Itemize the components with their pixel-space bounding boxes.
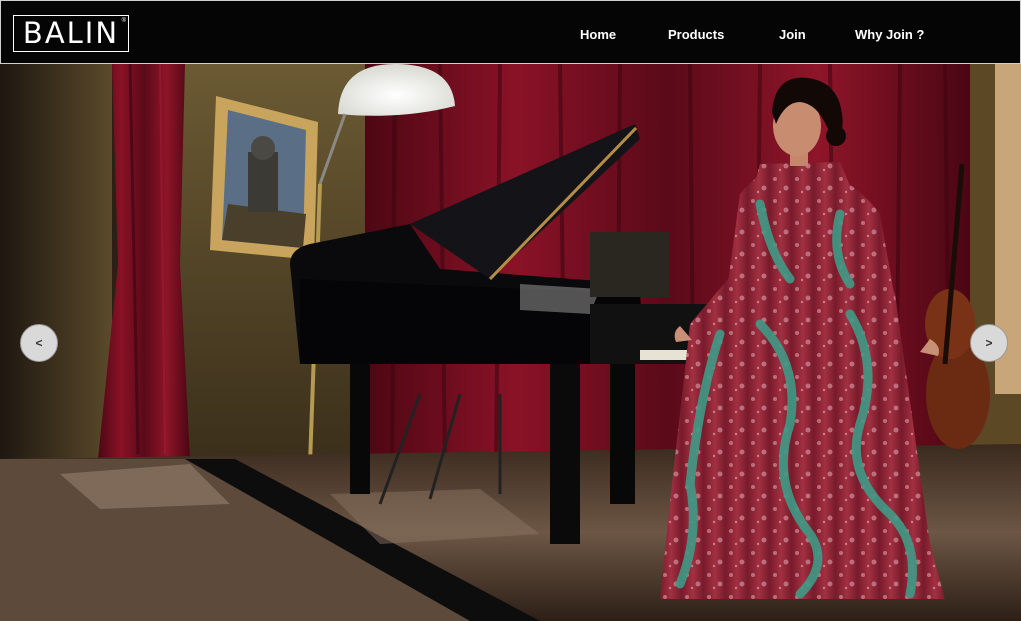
nav-why-join[interactable]: Why Join ?	[855, 27, 924, 42]
nav-home[interactable]: Home	[580, 27, 616, 42]
site-header: BALIN ® Home Products Join Why Join ?	[0, 0, 1021, 64]
balin-logo[interactable]: BALIN ®	[13, 15, 129, 52]
nav-join[interactable]: Join	[779, 27, 806, 42]
nav-products[interactable]: Products	[668, 27, 724, 42]
hero-image	[0, 64, 1021, 621]
hero-slider: < >	[0, 64, 1021, 621]
slider-prev-button[interactable]: <	[20, 324, 58, 362]
registered-mark: ®	[121, 18, 126, 24]
painting	[210, 96, 318, 260]
slider-next-button[interactable]: >	[970, 324, 1008, 362]
logo-text: BALIN	[22, 16, 120, 50]
